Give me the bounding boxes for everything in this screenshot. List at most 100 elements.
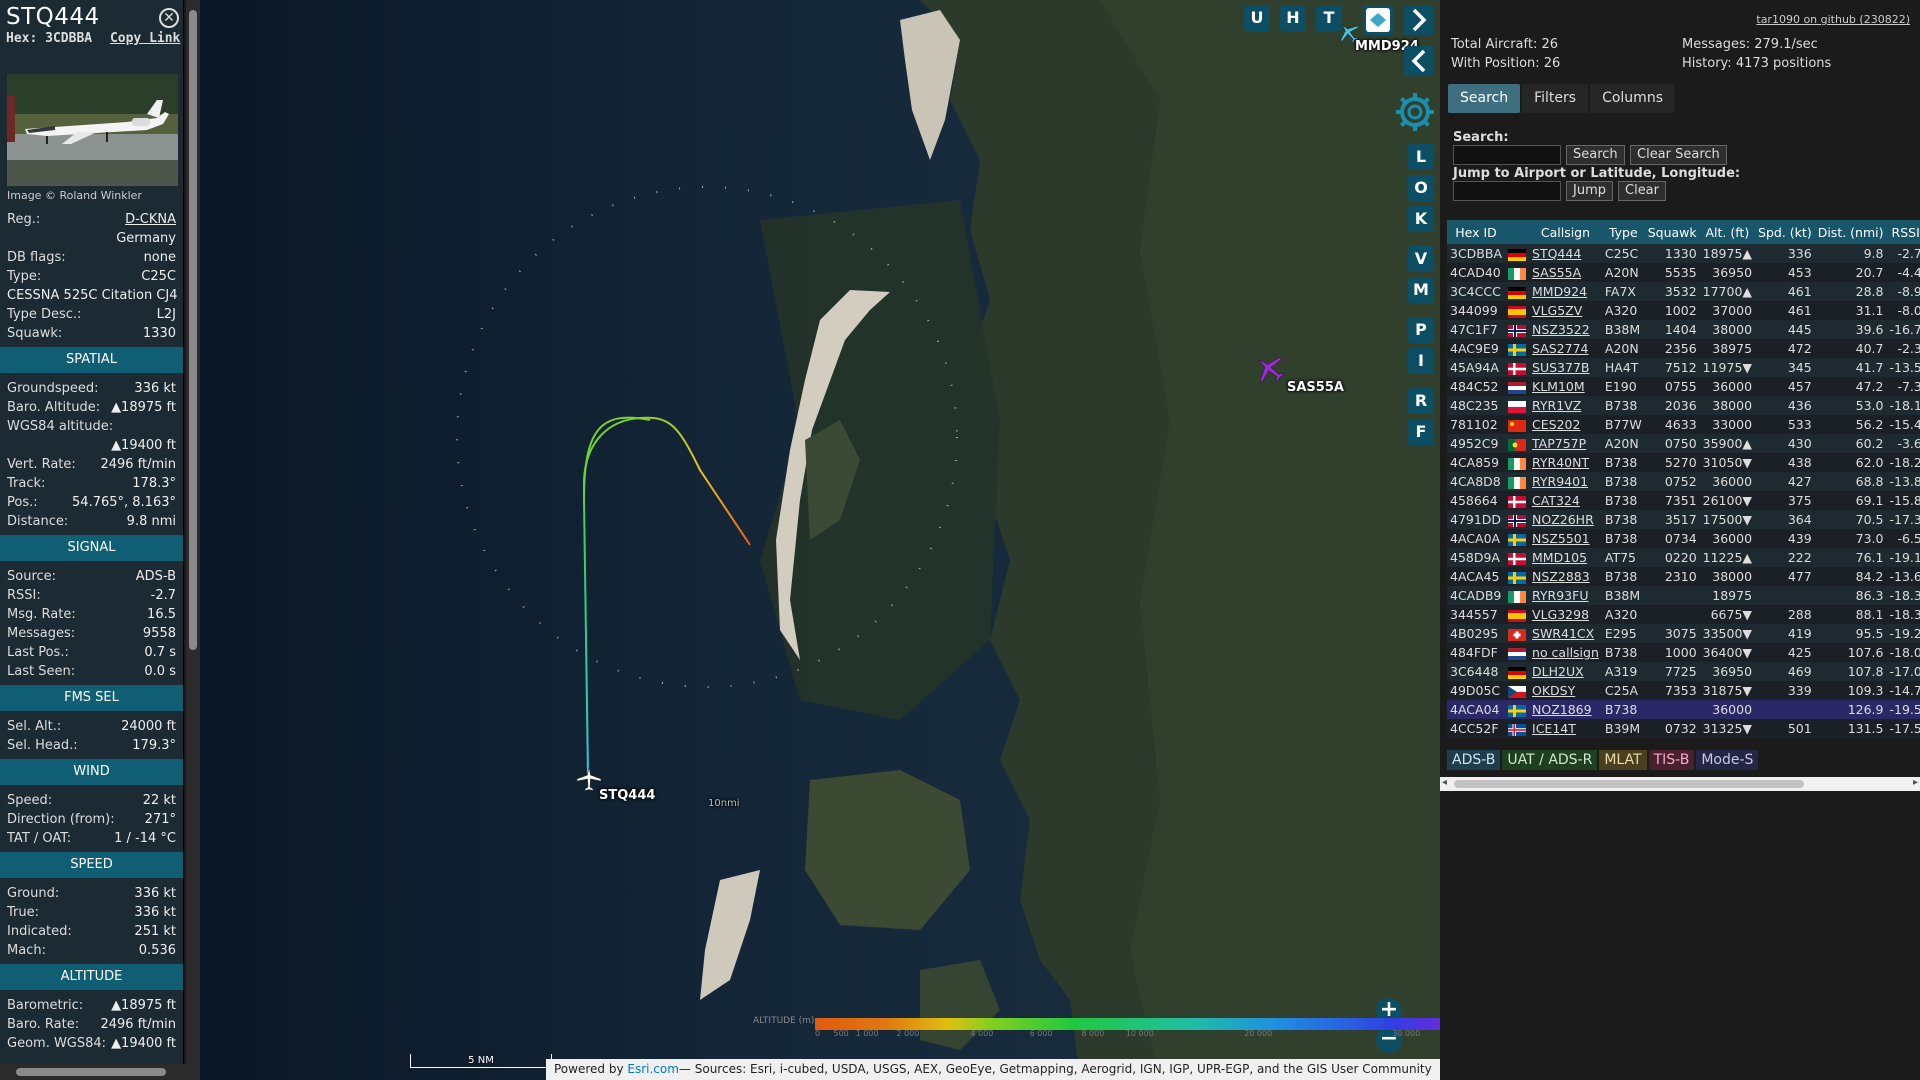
settings-button[interactable] [1393, 90, 1437, 134]
section-altitude[interactable]: ALTITUDE [0, 964, 183, 990]
cell-cs[interactable]: SUS377B [1529, 358, 1602, 377]
table-row[interactable]: 45A94A SUS377B HA4T 7512 11975▼ 345 41.7 -13.5 [1447, 358, 1920, 377]
map-button-m[interactable]: M [1408, 277, 1434, 303]
column-header[interactable]: Hex ID [1447, 220, 1506, 244]
cell-cs[interactable]: DLH2UX [1529, 662, 1602, 681]
table-row[interactable]: 458664 CAT324 B738 7351 26100▼ 375 69.1 -15.8 [1447, 491, 1920, 510]
scrollbar-thumb[interactable] [189, 10, 197, 650]
cell-cs[interactable]: CES202 [1529, 415, 1602, 434]
cell-cs[interactable]: KLM10M [1529, 377, 1602, 396]
table-row[interactable]: 4ACA04 NOZ1869 B738 36000 126.9 -19.5 [1447, 700, 1920, 719]
column-header[interactable]: Dist. (nmi) [1814, 220, 1887, 244]
cell-cs[interactable]: NOZ1869 [1529, 700, 1602, 719]
label-sas55a[interactable]: SAS55A [1287, 380, 1344, 395]
info-panel-scrollbar[interactable] [186, 0, 200, 1064]
cell-cs[interactable]: NOZ26HR [1529, 510, 1602, 529]
esri-link[interactable]: Esri.com [627, 1062, 679, 1076]
clear-search-button[interactable]: Clear Search [1630, 145, 1727, 165]
column-header[interactable]: RSSI [1886, 220, 1920, 244]
table-row[interactable]: 3CDBBA STQ444 C25C 1330 18975▲ 336 9.8 -2.7 [1447, 244, 1920, 263]
map-button-u[interactable]: U [1244, 5, 1270, 31]
tab-columns[interactable]: Columns [1590, 84, 1675, 113]
cell-cs[interactable]: NSZ2883 [1529, 567, 1602, 586]
toggle-sidebar-button[interactable] [1404, 5, 1434, 35]
jump-input[interactable] [1453, 181, 1561, 201]
aircraft-photo[interactable] [7, 74, 178, 186]
table-row[interactable]: 4CADB9 RYR93FU B38M 18975 86.3 -18.3 [1447, 586, 1920, 605]
table-row[interactable]: 4CC52F ICE14T B39M 0732 31325▼ 501 131.5 -17.5 [1447, 719, 1920, 738]
table-row[interactable]: 49D05C OKDSY C25A 7353 31875▼ 339 109.3 -14.7 [1447, 681, 1920, 700]
table-row[interactable]: 344557 VLG3298 A320 6675▼ 288 88.1 -18.3 [1447, 605, 1920, 624]
altitude-legend[interactable]: ALTITUDE (m) 0 500 1 000 2 000 4 000 6 000 8 0… [753, 1015, 1440, 1038]
github-link[interactable]: tar1090 on github (230822) [1756, 13, 1910, 26]
cell-cs[interactable]: NSZ5501 [1529, 529, 1602, 548]
map-button-h[interactable]: H [1280, 5, 1306, 31]
scrollbar-thumb[interactable] [16, 1068, 166, 1076]
column-header[interactable] [1505, 220, 1530, 244]
table-row[interactable]: 458D9A MMD105 AT75 0220 11225▲ 222 76.1 -19.1 [1447, 548, 1920, 567]
section-wind[interactable]: WIND [0, 759, 183, 785]
scroll-left-icon[interactable]: ◂ [1442, 777, 1447, 788]
table-row[interactable]: 3C4CCC MMD924 FA7X 3532 17700▲ 461 28.8 -8.9 [1447, 282, 1920, 301]
table-row[interactable]: 344099 VLG5ZV A320 1002 37000 461 31.1 -8.0 [1447, 301, 1920, 320]
layers-button[interactable] [1363, 5, 1393, 35]
section-fms-sel[interactable]: FMS SEL [0, 685, 183, 711]
cell-cs[interactable]: SWR41CX [1529, 624, 1602, 643]
jump-button[interactable]: Jump [1566, 181, 1613, 201]
table-row[interactable]: 781102 CES202 B77W 4633 33000 533 56.2 -15.4 [1447, 415, 1920, 434]
tab-search[interactable]: Search [1448, 84, 1521, 113]
tab-filters[interactable]: Filters [1522, 84, 1589, 113]
map-button-v[interactable]: V [1408, 246, 1434, 272]
map-button-p[interactable]: P [1408, 317, 1434, 343]
cell-cs[interactable]: SAS55A [1529, 263, 1602, 282]
cell-cs[interactable]: TAP757P [1529, 434, 1602, 453]
cell-cs[interactable]: SAS2774 [1529, 339, 1602, 358]
cell-cs[interactable]: VLG5ZV [1529, 301, 1602, 320]
section-signal[interactable]: SIGNAL [0, 535, 183, 561]
cell-cs[interactable]: RYR1VZ [1529, 396, 1602, 415]
cell-cs[interactable]: CAT324 [1529, 491, 1602, 510]
table-row[interactable]: 4ACA45 NSZ2883 B738 2310 38000 477 84.2 -13.6 [1447, 567, 1920, 586]
cell-cs[interactable]: NSZ3522 [1529, 320, 1602, 339]
table-row[interactable]: 484FDF no callsign B738 1000 36400▼ 425 107.6-… [1447, 643, 1920, 662]
map-button-k[interactable]: K [1408, 206, 1434, 232]
aircraft-marker-sas55a[interactable] [1253, 352, 1287, 386]
search-input[interactable] [1453, 145, 1561, 165]
map-button-t[interactable]: T [1316, 5, 1342, 31]
map-button-r[interactable]: R [1408, 388, 1434, 414]
table-row[interactable]: 4CA8D8 RYR9401 B738 0752 36000 427 68.8 -13.8 [1447, 472, 1920, 491]
column-header[interactable]: Squawk [1644, 220, 1700, 244]
cell-cs[interactable]: OKDSY [1529, 681, 1602, 700]
table-row[interactable]: 4791DD NOZ26HR B738 3517 17500▼ 364 70.5 -17.3 [1447, 510, 1920, 529]
cell-cs[interactable]: RYR9401 [1529, 472, 1602, 491]
cell-cs[interactable]: RYR93FU [1529, 586, 1602, 605]
table-row[interactable]: 484C52 KLM10M E190 0755 36000 457 47.2 -7.3 [1447, 377, 1920, 396]
cell-cs[interactable]: VLG3298 [1529, 605, 1602, 624]
section-spatial[interactable]: SPATIAL [0, 347, 183, 373]
cell-cs[interactable]: no callsign [1529, 643, 1602, 662]
table-row[interactable]: 4952C9 TAP757P A20N 0750 35900▲ 430 60.2 -3.6 [1447, 434, 1920, 453]
column-header[interactable]: Type [1601, 220, 1645, 244]
close-icon[interactable]: ✕ [159, 8, 179, 28]
collapse-button[interactable] [1404, 46, 1434, 76]
table-hscrollbar[interactable]: ◂ ▸ [1440, 777, 1920, 791]
table-row[interactable]: 4CA859 RYR40NT B738 5270 31050▼ 438 62.0 -18.2 [1447, 453, 1920, 472]
copy-link[interactable]: Copy Link [110, 31, 180, 46]
search-button[interactable]: Search [1566, 145, 1625, 165]
scroll-right-icon[interactable]: ▸ [1913, 777, 1918, 788]
cell-cs[interactable]: STQ444 [1529, 244, 1602, 263]
map-view[interactable]: STQ444 SAS55A MMD924 10nmi U H T L O K V… [200, 0, 1440, 1080]
table-row[interactable]: 4ACA0A NSZ5501 B738 0734 36000 439 73.0 -6.5 [1447, 529, 1920, 548]
column-header[interactable]: Alt. (ft) [1699, 220, 1756, 244]
cell-cs[interactable]: MMD924 [1529, 282, 1602, 301]
cell-cs[interactable]: RYR40NT [1529, 453, 1602, 472]
map-button-i[interactable]: I [1408, 348, 1434, 374]
map-button-l[interactable]: L [1408, 144, 1434, 170]
info-value[interactable]: D-CKNA [125, 210, 176, 229]
table-row[interactable]: 4AC9E9 SAS2774 A20N 2356 38975 472 40.7 -2.3 [1447, 339, 1920, 358]
clear-jump-button[interactable]: Clear [1618, 181, 1666, 201]
table-row[interactable]: 48C235 RYR1VZ B738 2036 38000 436 53.0 -18.1 [1447, 396, 1920, 415]
label-stq444[interactable]: STQ444 [599, 788, 655, 803]
table-row[interactable]: 4B0295 SWR41CX E295 3075 33500▼ 419 95.5 -19.2 [1447, 624, 1920, 643]
cell-cs[interactable]: ICE14T [1529, 719, 1602, 738]
